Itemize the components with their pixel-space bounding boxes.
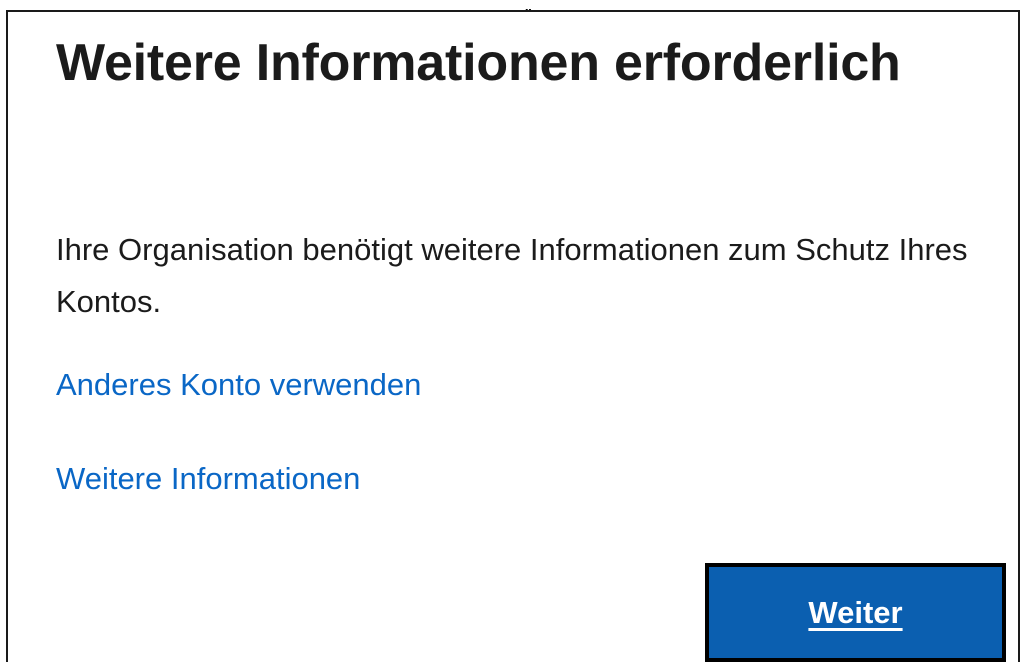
dialog-panel: Weitere Informationen erforderlich Ihre … xyxy=(6,10,1020,662)
use-other-account-link[interactable]: Anderes Konto verwenden xyxy=(56,365,421,405)
quotation-mark: „ xyxy=(525,0,532,16)
next-button[interactable]: Weiter xyxy=(705,563,1006,662)
dialog-description: Ihre Organisation benötigt weitere Infor… xyxy=(56,232,968,319)
dialog-title: Weitere Informationen erforderlich xyxy=(56,34,901,92)
more-information-link[interactable]: Weitere Informationen xyxy=(56,459,360,499)
